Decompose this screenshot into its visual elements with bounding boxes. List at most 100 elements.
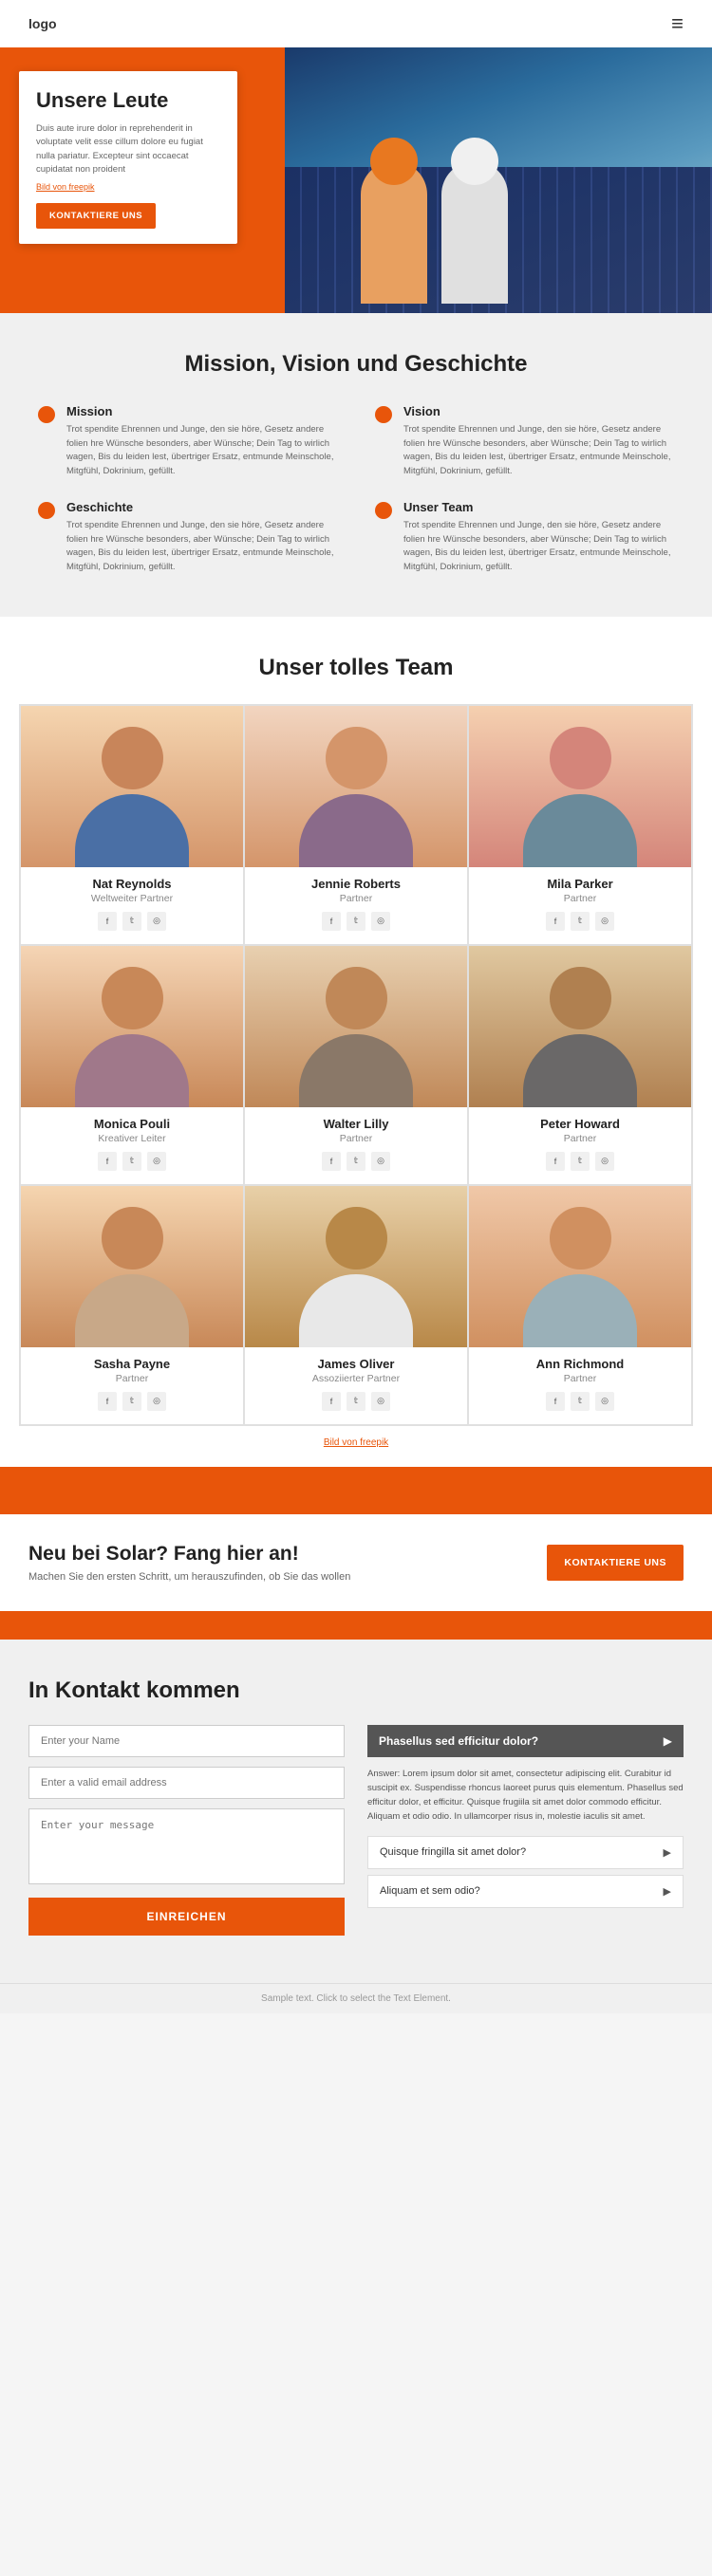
team-photo-0 — [21, 706, 243, 867]
facebook-icon[interactable]: f — [322, 912, 341, 931]
facebook-icon[interactable]: f — [322, 1152, 341, 1171]
mission-item-2: Geschichte Trot spendite Ehrennen und Ju… — [38, 500, 337, 575]
mission-label-1: Vision — [403, 404, 674, 418]
twitter-icon[interactable]: 𝕥 — [122, 1392, 141, 1411]
cta-title: Neu bei Solar? Fang hier an! — [28, 1543, 350, 1566]
instagram-icon[interactable]: ◎ — [595, 1392, 614, 1411]
mission-dot-2 — [38, 502, 55, 519]
team-name-2: Mila Parker — [469, 877, 691, 891]
team-card-0: Nat Reynolds Weltweiter Partner f 𝕥 ◎ — [20, 705, 244, 945]
team-name-5: Peter Howard — [469, 1117, 691, 1131]
cta-description: Machen Sie den ersten Schritt, um heraus… — [28, 1571, 350, 1583]
header: logo ≡ — [0, 0, 712, 47]
team-photo-5 — [469, 946, 691, 1107]
mission-item-1: Vision Trot spendite Ehrennen und Junge,… — [375, 404, 674, 479]
team-card-3: Monica Pouli Kreativer Leiter f 𝕥 ◎ — [20, 945, 244, 1185]
team-name-3: Monica Pouli — [21, 1117, 243, 1131]
team-role-0: Weltweiter Partner — [21, 893, 243, 904]
team-role-5: Partner — [469, 1133, 691, 1144]
team-title: Unser tolles Team — [19, 655, 693, 681]
team-card-8: Ann Richmond Partner f 𝕥 ◎ — [468, 1185, 692, 1425]
team-name-7: James Oliver — [245, 1357, 467, 1371]
faq-item-1[interactable]: Aliquam et sem odio? ▶ — [367, 1875, 684, 1908]
mission-dot-3 — [375, 502, 392, 519]
cta-text-block: Neu bei Solar? Fang hier an! Machen Sie … — [28, 1543, 350, 1583]
hero-contact-button[interactable]: KONTAKTIERE UNS — [36, 203, 156, 229]
team-photo-8 — [469, 1186, 691, 1347]
twitter-icon[interactable]: 𝕥 — [571, 1392, 590, 1411]
facebook-icon[interactable]: f — [98, 1392, 117, 1411]
faq-arrow-icon-0: ▶ — [664, 1846, 671, 1859]
twitter-icon[interactable]: 𝕥 — [122, 1152, 141, 1171]
mission-text-2: Trot spendite Ehrennen und Junge, den si… — [66, 519, 337, 575]
twitter-icon[interactable]: 𝕥 — [571, 912, 590, 931]
team-social-0: f 𝕥 ◎ — [21, 912, 243, 931]
twitter-icon[interactable]: 𝕥 — [347, 1152, 365, 1171]
team-role-2: Partner — [469, 893, 691, 904]
mission-text-0: Trot spendite Ehrennen und Junge, den si… — [66, 423, 337, 479]
instagram-icon[interactable]: ◎ — [147, 912, 166, 931]
twitter-icon[interactable]: 𝕥 — [122, 912, 141, 931]
hero-section: Unsere Leute Duis aute irure dolor in re… — [0, 47, 712, 313]
facebook-icon[interactable]: f — [322, 1392, 341, 1411]
team-role-8: Partner — [469, 1373, 691, 1384]
facebook-icon[interactable]: f — [98, 912, 117, 931]
mission-dot-0 — [38, 406, 55, 423]
faq-arrow-icon-1: ▶ — [664, 1885, 671, 1898]
instagram-icon[interactable]: ◎ — [147, 1152, 166, 1171]
menu-icon[interactable]: ≡ — [671, 11, 684, 36]
facebook-icon[interactable]: f — [546, 912, 565, 931]
mission-text-1: Trot spendite Ehrennen und Junge, den si… — [403, 423, 674, 479]
team-photo-1 — [245, 706, 467, 867]
team-name-8: Ann Richmond — [469, 1357, 691, 1371]
contact-section: In Kontakt kommen EINREICHEN Phasellus s… — [0, 1640, 712, 1983]
team-card-5: Peter Howard Partner f 𝕥 ◎ — [468, 945, 692, 1185]
instagram-icon[interactable]: ◎ — [371, 1152, 390, 1171]
facebook-icon[interactable]: f — [98, 1152, 117, 1171]
team-grid: Nat Reynolds Weltweiter Partner f 𝕥 ◎ Je… — [19, 704, 693, 1426]
message-input[interactable] — [28, 1808, 345, 1884]
hero-image — [285, 47, 712, 313]
faq-item-0[interactable]: Quisque fringilla sit amet dolor? ▶ — [367, 1836, 684, 1869]
name-input[interactable] — [28, 1725, 345, 1757]
team-card-1: Jennie Roberts Partner f 𝕥 ◎ — [244, 705, 468, 945]
team-credit[interactable]: Bild von freepik — [19, 1437, 693, 1448]
hero-title: Unsere Leute — [36, 88, 220, 113]
team-card-6: Sasha Payne Partner f 𝕥 ◎ — [20, 1185, 244, 1425]
team-role-4: Partner — [245, 1133, 467, 1144]
team-name-0: Nat Reynolds — [21, 877, 243, 891]
instagram-icon[interactable]: ◎ — [147, 1392, 166, 1411]
cta-contact-button[interactable]: KONTAKTIERE UNS — [547, 1545, 684, 1581]
faq-header[interactable]: Phasellus sed efficitur dolor? ▶ — [367, 1725, 684, 1757]
twitter-icon[interactable]: 𝕥 — [347, 1392, 365, 1411]
team-photo-7 — [245, 1186, 467, 1347]
hero-card: Unsere Leute Duis aute irure dolor in re… — [19, 71, 237, 244]
mission-text-3: Trot spendite Ehrennen und Junge, den si… — [403, 519, 674, 575]
hero-description: Duis aute irure dolor in reprehenderit i… — [36, 122, 220, 176]
faq-item-label-1: Aliquam et sem odio? — [380, 1885, 480, 1897]
facebook-icon[interactable]: f — [546, 1392, 565, 1411]
team-card-2: Mila Parker Partner f 𝕥 ◎ — [468, 705, 692, 945]
mission-grid: Mission Trot spendite Ehrennen und Junge… — [38, 404, 674, 575]
team-section: Unser tolles Team Nat Reynolds Weltweite… — [0, 617, 712, 1467]
facebook-icon[interactable]: f — [546, 1152, 565, 1171]
instagram-icon[interactable]: ◎ — [371, 1392, 390, 1411]
team-photo-2 — [469, 706, 691, 867]
team-photo-6 — [21, 1186, 243, 1347]
contact-form: EINREICHEN — [28, 1725, 345, 1936]
logo: logo — [28, 16, 57, 31]
faq-main-title: Phasellus sed efficitur dolor? — [379, 1734, 538, 1748]
instagram-icon[interactable]: ◎ — [595, 1152, 614, 1171]
hero-credit-link[interactable]: Bild von freepik — [36, 182, 220, 192]
team-card-4: Walter Lilly Partner f 𝕥 ◎ — [244, 945, 468, 1185]
twitter-icon[interactable]: 𝕥 — [347, 912, 365, 931]
email-input[interactable] — [28, 1767, 345, 1799]
team-card-7: James Oliver Assoziierter Partner f 𝕥 ◎ — [244, 1185, 468, 1425]
contact-grid: EINREICHEN Phasellus sed efficitur dolor… — [28, 1725, 684, 1936]
team-role-1: Partner — [245, 893, 467, 904]
faq-item-label-0: Quisque fringilla sit amet dolor? — [380, 1846, 526, 1858]
twitter-icon[interactable]: 𝕥 — [571, 1152, 590, 1171]
submit-button[interactable]: EINREICHEN — [28, 1898, 345, 1936]
instagram-icon[interactable]: ◎ — [371, 912, 390, 931]
instagram-icon[interactable]: ◎ — [595, 912, 614, 931]
